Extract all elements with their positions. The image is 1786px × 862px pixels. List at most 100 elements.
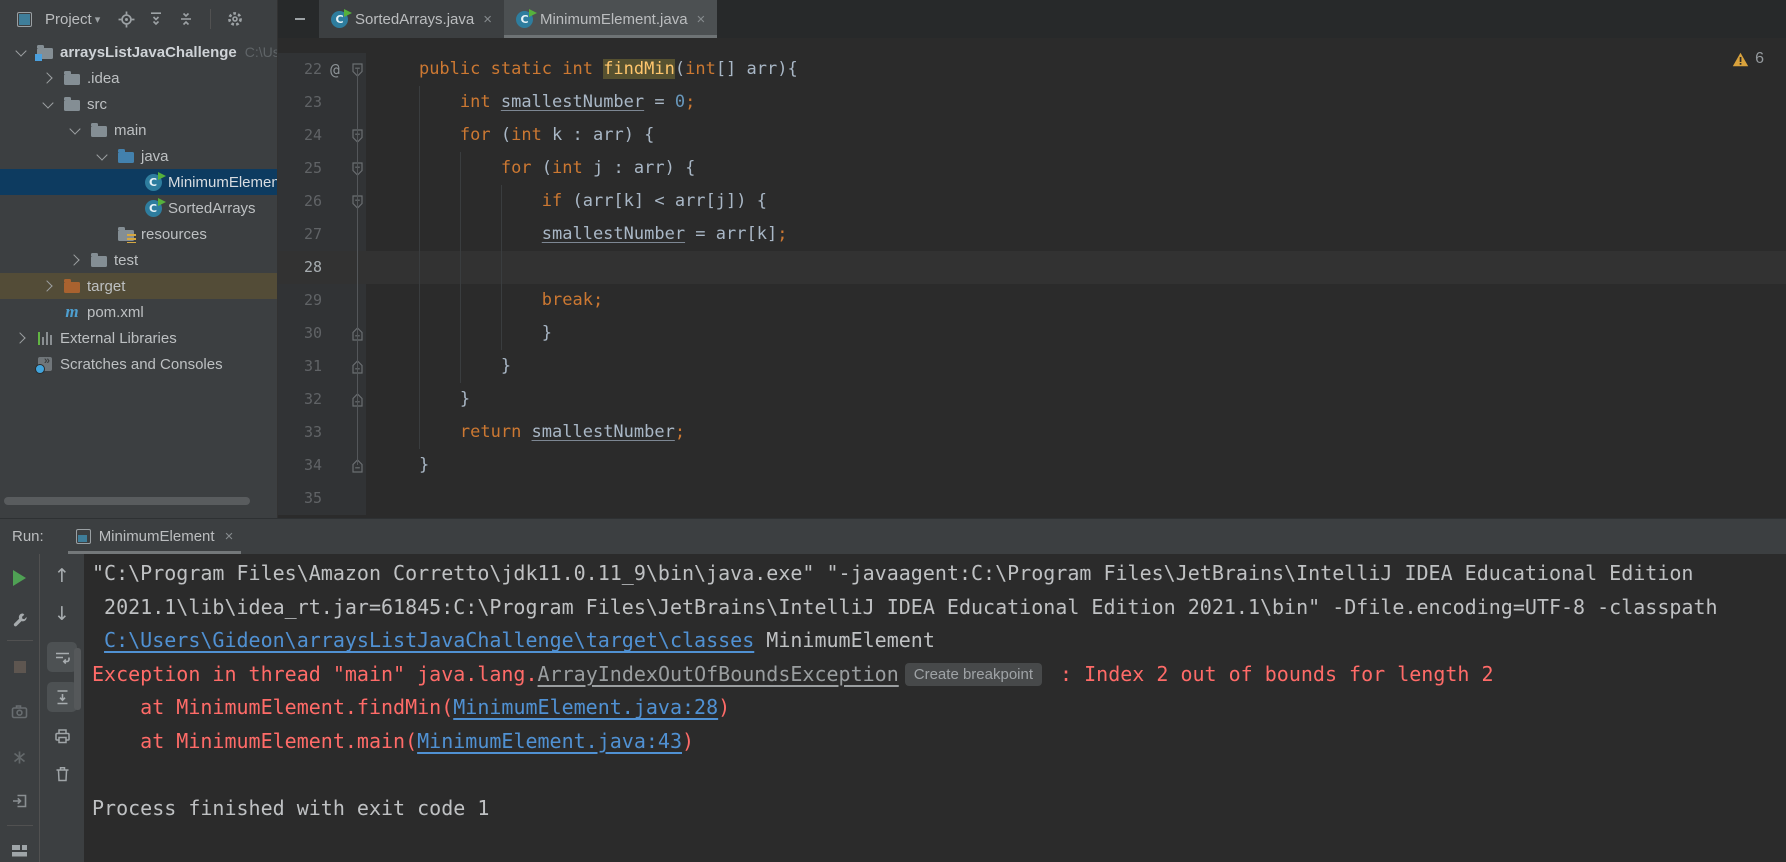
tree-item-external-libraries[interactable]: External Libraries	[0, 325, 277, 351]
code-line-33[interactable]: 33 return smallestNumber;	[278, 416, 1786, 449]
code-text[interactable]: public static int findMin(int[] arr){	[366, 53, 798, 86]
chevron-right-icon[interactable]	[13, 332, 29, 344]
console-link[interactable]: MinimumElement.java:43	[417, 729, 682, 753]
code-text[interactable]: if (arr[k] < arr[j]) {	[366, 185, 767, 218]
rerun-button[interactable]	[5, 564, 35, 592]
close-icon[interactable]: ×	[697, 11, 706, 28]
code-text[interactable]	[366, 251, 378, 284]
chevron-right-icon[interactable]	[40, 72, 56, 84]
gutter[interactable]: 31	[278, 350, 366, 383]
code-line-23[interactable]: 23 int smallestNumber = 0;	[278, 86, 1786, 119]
tree-item-sortedarrays[interactable]: C SortedArrays	[0, 195, 277, 221]
code-text[interactable]: for (int j : arr) {	[366, 152, 696, 185]
collapse-all-icon[interactable]	[174, 7, 198, 31]
code-line-35[interactable]: 35	[278, 482, 1786, 515]
screenshot-button[interactable]	[5, 697, 35, 725]
code-text[interactable]: break;	[366, 284, 603, 317]
chevron-down-icon[interactable]	[40, 96, 56, 109]
code-text[interactable]: return smallestNumber;	[366, 416, 685, 449]
gutter[interactable]: 32	[278, 383, 366, 416]
softwrap-button[interactable]	[47, 642, 77, 672]
hide-panel-icon[interactable]	[288, 7, 312, 31]
editor-tab-minimumelement-java[interactable]: C MinimumElement.java ×	[503, 0, 718, 38]
exception-class-link[interactable]: ArrayIndexOutOfBoundsException	[538, 662, 899, 686]
stop-button[interactable]	[5, 653, 35, 681]
code-line-22[interactable]: 22 @ public static int findMin(int[] arr)…	[278, 53, 1786, 86]
layout-button[interactable]	[5, 836, 35, 862]
editor-body[interactable]: 22 @ public static int findMin(int[] arr)…	[278, 38, 1786, 518]
close-icon[interactable]: ×	[225, 528, 234, 545]
tree-item-pom-xml[interactable]: m pom.xml	[0, 299, 277, 325]
print-button[interactable]	[47, 722, 77, 750]
run-tab[interactable]: MinimumElement ×	[67, 519, 242, 554]
locate-icon[interactable]	[114, 7, 138, 31]
chevron-down-icon[interactable]	[13, 44, 29, 57]
close-icon[interactable]: ×	[483, 11, 492, 28]
code-line-31[interactable]: 31 }	[278, 350, 1786, 383]
gutter[interactable]: 26	[278, 185, 366, 218]
chevron-down-icon[interactable]	[67, 122, 83, 135]
exit-button[interactable]	[5, 787, 35, 815]
tree-item-test[interactable]: test	[0, 247, 277, 273]
console-link[interactable]: MinimumElement.java:28	[453, 695, 718, 719]
gutter[interactable]: 24	[278, 119, 366, 152]
gutter[interactable]: 25	[278, 152, 366, 185]
build-button[interactable]	[5, 606, 35, 634]
code-text[interactable]: }	[366, 383, 470, 416]
gutter[interactable]: 35	[278, 482, 366, 515]
settings-icon[interactable]	[223, 7, 247, 31]
code-text[interactable]: }	[366, 350, 511, 383]
tree-item-label: test	[114, 251, 139, 269]
chevron-right-icon[interactable]	[67, 254, 83, 266]
gutter[interactable]: 30	[278, 317, 366, 350]
code-line-34[interactable]: 34 }	[278, 449, 1786, 482]
code-line-30[interactable]: 30 }	[278, 317, 1786, 350]
horizontal-scrollbar[interactable]	[4, 497, 250, 505]
tree-item-java[interactable]: java	[0, 143, 277, 169]
down-button[interactable]: ↓	[47, 600, 77, 628]
code-line-26[interactable]: 26 if (arr[k] < arr[j]) {	[278, 185, 1786, 218]
tree-item-arrayslistjavachallenge[interactable]: arraysListJavaChallenge C:\Us	[0, 39, 277, 65]
expand-all-icon[interactable]	[144, 7, 168, 31]
tree-item-resources[interactable]: resources	[0, 221, 277, 247]
code-text[interactable]: }	[366, 317, 552, 350]
code-text[interactable]: }	[366, 449, 429, 482]
up-button[interactable]: ↑	[47, 562, 77, 590]
code-text[interactable]: for (int k : arr) {	[366, 119, 655, 152]
chevron-right-icon[interactable]	[40, 280, 56, 292]
scrolltoend-button[interactable]	[47, 682, 77, 712]
console-link[interactable]: C:\Users\Gideon\arraysListJavaChallenge\…	[104, 628, 754, 652]
code-line-32[interactable]: 32 }	[278, 383, 1786, 416]
editor-tab-sortedarrays-java[interactable]: C SortedArrays.java ×	[319, 0, 504, 38]
gutter[interactable]: 27	[278, 218, 366, 251]
dump-threads-button[interactable]	[5, 743, 35, 771]
clear-button[interactable]	[47, 760, 77, 788]
code-line-25[interactable]: 25 for (int j : arr) {	[278, 152, 1786, 185]
tree-item-target[interactable]: target	[0, 273, 277, 299]
chevron-down-icon[interactable]: ▾	[95, 13, 101, 26]
console-output[interactable]: "C:\Program Files\Amazon Corretto\jdk11.…	[84, 554, 1786, 862]
code-text[interactable]: smallestNumber = arr[k];	[366, 218, 788, 251]
code-line-27[interactable]: 27 smallestNumber = arr[k];	[278, 218, 1786, 251]
code-line-29[interactable]: 29 break;	[278, 284, 1786, 317]
gutter[interactable]: 23	[278, 86, 366, 119]
tree-item-minimumelement[interactable]: C MinimumElement	[0, 169, 277, 195]
code-text[interactable]	[366, 482, 378, 515]
tree-item-idea[interactable]: .idea	[0, 65, 277, 91]
gutter[interactable]: 34	[278, 449, 366, 482]
console-fold-strip[interactable]	[74, 648, 81, 710]
tree-item-scratches-and-consoles[interactable]: Scratches and Consoles	[0, 351, 277, 377]
gutter[interactable]: 33	[278, 416, 366, 449]
code-line-28[interactable]: 28	[278, 251, 1786, 284]
chevron-down-icon[interactable]	[94, 148, 110, 161]
inspections-widget[interactable]: 6	[1732, 50, 1764, 68]
tree-item-main[interactable]: main	[0, 117, 277, 143]
gutter[interactable]: 22 @	[278, 53, 366, 86]
code-line-24[interactable]: 24 for (int k : arr) {	[278, 119, 1786, 152]
gutter[interactable]: 29	[278, 284, 366, 317]
project-panel-title[interactable]: Project	[45, 11, 92, 28]
tree-item-src[interactable]: src	[0, 91, 277, 117]
create-breakpoint-badge[interactable]: Create breakpoint	[904, 662, 1043, 686]
gutter[interactable]: 28	[278, 251, 366, 284]
code-text[interactable]: int smallestNumber = 0;	[366, 86, 695, 119]
